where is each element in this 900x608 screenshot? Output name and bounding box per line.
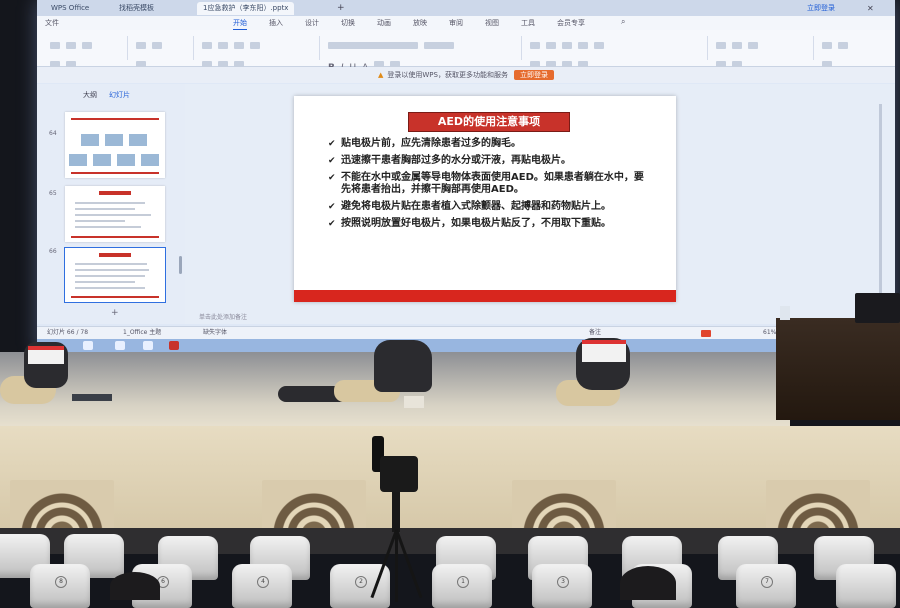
cpr-demonstrator-kneeling — [374, 340, 432, 392]
camera-body — [380, 456, 418, 492]
carved-panel — [10, 480, 114, 534]
bullet-item: ✔ 贴电极片前，应先清除患者过多的胸毛。 — [328, 138, 521, 149]
slide-thumbnail-64[interactable] — [65, 112, 165, 178]
menu-design[interactable]: 设计 — [305, 17, 319, 29]
menu-file[interactable]: 文件 — [45, 17, 59, 29]
paragraph-group[interactable] — [527, 36, 708, 68]
play-slideshow-icon[interactable] — [701, 330, 711, 337]
audience-head — [620, 566, 676, 600]
training-mat — [72, 394, 112, 401]
carved-panel — [766, 480, 870, 534]
thumb-panel-scrollbar[interactable] — [179, 256, 182, 274]
bullet-item: ✔ 迅速擦干患者胸部过多的水分或汗液，再贴电极片。 — [328, 155, 571, 166]
thumb-number: 66 — [49, 248, 57, 255]
menu-bar: 文件 开始 插入 设计 切换 动画 放映 审阅 视图 工具 会员专享 ⌕ — [37, 16, 895, 30]
browser-icon[interactable] — [83, 341, 93, 350]
tab-slides[interactable]: 幻灯片 — [109, 90, 130, 100]
tripod-leg — [395, 530, 398, 602]
status-bar: 幻灯片 66 / 78 1_Office 主题 缺失字体 备注 61% — [37, 326, 895, 339]
thumb-number: 64 — [49, 130, 57, 137]
menu-transition[interactable]: 切换 — [341, 17, 355, 29]
slide-thumbnail-65[interactable] — [65, 186, 165, 242]
bullet-item: ✔ 按照说明放置好电极片，如果电极片贴反了，不用取下重贴。 — [328, 218, 611, 229]
menu-home[interactable]: 开始 — [233, 17, 247, 30]
tab-bar: WPS Office 找稻壳模板 1应急救护（李东阳）.pptx + 立即登录 … — [37, 0, 895, 16]
carved-panel — [512, 480, 616, 534]
tripod-head — [392, 492, 400, 532]
check-icon: ✔ — [328, 202, 336, 212]
windows-taskbar — [37, 339, 895, 352]
menu-view[interactable]: 视图 — [485, 17, 499, 29]
folder-icon[interactable] — [115, 341, 125, 350]
theme-name: 1_Office 主题 — [123, 329, 162, 336]
menu-slideshow[interactable]: 放映 — [413, 17, 427, 29]
lectern-monitor — [855, 293, 900, 323]
bullet-item: ✔ 避免将电极片贴在患者植入式除颤器、起搏器和药物贴片上。 — [328, 201, 611, 212]
numbered-seat: 4 — [232, 564, 292, 608]
red-cross-vest — [582, 340, 626, 362]
slide-title: AED的使用注意事项 — [408, 112, 570, 132]
search-icon[interactable]: ⌕ — [621, 17, 625, 27]
close-icon[interactable]: ✕ — [867, 2, 874, 15]
slide-counter: 幻灯片 66 / 78 — [47, 329, 89, 336]
drawing-group[interactable] — [713, 36, 814, 68]
menu-member[interactable]: 会员专享 — [557, 17, 585, 29]
login-link[interactable]: 立即登录 — [807, 2, 835, 15]
slide-thumbnail-66-selected[interactable] — [65, 248, 165, 302]
editor-scrollbar[interactable] — [879, 104, 882, 304]
numbered-seat: 3 — [532, 564, 592, 608]
lectern — [776, 318, 900, 420]
tab-wps-office[interactable]: WPS Office — [45, 2, 95, 15]
add-slide-icon[interactable]: + — [111, 308, 119, 318]
menu-review[interactable]: 审阅 — [449, 17, 463, 29]
current-slide[interactable]: AED的使用注意事项 ✔ 贴电极片前，应先清除患者过多的胸毛。 ✔ 迅速擦干患者胸部… — [294, 96, 676, 302]
bullet-item: ✔ 不能在水中或金属等导电物体表面使用AED。如果患者躺在水中，要先将患者抬出，并… — [328, 172, 644, 195]
slide-bullet-list: ✔ 贴电极片前，应先清除患者过多的胸毛。 ✔ 迅速擦干患者胸部过多的水分或汗液，再贴… — [328, 138, 646, 235]
menu-animation[interactable]: 动画 — [377, 17, 391, 29]
font-group[interactable]: BIUA — [325, 36, 522, 73]
chat-icon[interactable] — [143, 341, 153, 350]
menu-tools[interactable]: 工具 — [521, 17, 535, 29]
ribbon-toolbar: BIUA — [37, 30, 895, 73]
check-icon: ✔ — [328, 219, 336, 229]
notice-login-button[interactable]: 立即登录 — [513, 70, 554, 80]
red-cross-vest — [28, 346, 64, 364]
carved-panel — [262, 480, 366, 534]
thumb-number: 65 — [49, 190, 57, 197]
aed-device — [404, 396, 424, 408]
numbered-seat: 1 — [432, 564, 492, 608]
menu-insert[interactable]: 插入 — [269, 17, 283, 29]
audience-head — [110, 572, 160, 600]
new-tab-icon[interactable]: + — [337, 2, 345, 15]
water-bottle — [780, 306, 790, 320]
tab-outline[interactable]: 大纲 — [83, 90, 97, 100]
numbered-seat: 8 — [30, 564, 90, 608]
check-icon: ✔ — [328, 173, 336, 183]
slide-footer-bar — [294, 290, 676, 302]
warning-icon: ▲ — [378, 71, 384, 79]
seat — [836, 564, 896, 608]
tab-document[interactable]: 1应急救护（李东阳）.pptx — [197, 2, 295, 15]
numbered-seat: 7 — [736, 564, 796, 608]
editing-group[interactable] — [819, 36, 889, 68]
login-notice-bar: ▲ 登录以使用WPS，获取更多功能和服务 立即登录 — [37, 67, 895, 83]
wps-icon[interactable] — [169, 341, 179, 350]
layout-group[interactable] — [199, 36, 320, 68]
check-icon: ✔ — [328, 139, 336, 149]
slide-thumbnail-panel: 大纲 幻灯片 64 65 66 + — [37, 84, 186, 324]
new-slide-group[interactable] — [133, 36, 194, 68]
zoom-level[interactable]: 61% — [763, 327, 776, 339]
missing-font-indicator[interactable]: 缺失字体 — [203, 327, 227, 339]
tab-templates[interactable]: 找稻壳模板 — [113, 2, 160, 15]
notice-text: 登录以使用WPS，获取更多功能和服务 — [387, 71, 508, 79]
clipboard-group[interactable] — [47, 36, 128, 68]
stage-front-panel — [0, 426, 900, 542]
check-icon: ✔ — [328, 156, 336, 166]
